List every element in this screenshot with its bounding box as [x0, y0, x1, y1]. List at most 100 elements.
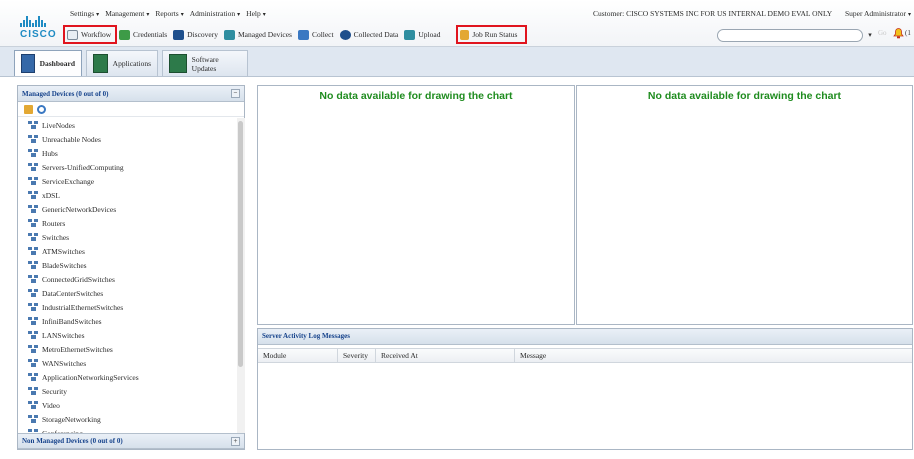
column-severity[interactable]: Severity [338, 349, 376, 362]
refresh-icon[interactable] [37, 104, 46, 114]
tab-dashboard[interactable]: Dashboard [14, 50, 82, 76]
tab-applications[interactable]: Applications [86, 50, 158, 76]
menu-administration[interactable]: Administration ▾ [190, 9, 240, 18]
tree-item[interactable]: StorageNetworking [18, 412, 237, 426]
quick-access-toolbar: Workflow Credentials Discovery Managed D… [63, 25, 528, 44]
tab-software-updates[interactable]: Software Updates [162, 50, 248, 76]
tree-item-label: ServiceExchange [42, 176, 95, 186]
tree-item[interactable]: MetroEthernetSwitches [18, 342, 237, 356]
tree-item[interactable]: Security [18, 384, 237, 398]
device-group-icon [28, 317, 39, 325]
tree-item[interactable]: DataCenterSwitches [18, 286, 237, 300]
alert-icon[interactable] [893, 27, 904, 39]
tree-item-label: Security [42, 386, 67, 396]
tree-item[interactable]: ATMSwitches [18, 244, 237, 258]
tree-item-label: IndustrialEthernetSwitches [42, 302, 124, 312]
tree-item-label: MetroEthernetSwitches [42, 344, 113, 354]
cisco-logo-text: CISCO [20, 29, 57, 40]
app-header: CISCO Settings ▾ Management ▾ Reports ▾ Adm… [0, 0, 914, 47]
upload-button[interactable]: Upload [401, 26, 447, 43]
credentials-label: Credentials [133, 30, 168, 39]
chart-panel-right: No data available for drawing the chart [576, 85, 913, 325]
managed-devices-title: Managed Devices (0 out of 0) [22, 89, 109, 98]
main-menu-bar: Settings ▾ Management ▾ Reports ▾ Administr… [70, 9, 266, 18]
tree-item[interactable]: Video [18, 398, 237, 412]
device-group-icon [28, 191, 39, 199]
go-button[interactable]: Go [878, 29, 887, 37]
column-message[interactable]: Message [515, 349, 912, 362]
menu-management[interactable]: Management ▾ [105, 9, 149, 18]
tree-item[interactable]: ServiceExchange [18, 174, 237, 188]
global-search-input[interactable] [717, 29, 863, 42]
menu-management-label: Management [105, 9, 145, 18]
non-managed-devices-header: Non Managed Devices (0 out of 0) + [18, 433, 244, 449]
menu-settings[interactable]: Settings ▾ [70, 9, 99, 18]
applications-icon [93, 54, 108, 73]
tree-item[interactable]: Routers [18, 216, 237, 230]
tree-item[interactable]: Servers-UnifiedComputing [18, 160, 237, 174]
tree-item[interactable]: Conferencing [18, 426, 237, 433]
column-received-at[interactable]: Received At [376, 349, 515, 362]
filter-icon[interactable] [24, 104, 33, 114]
menu-reports-label: Reports [155, 9, 179, 18]
tab-applications-label: Applications [112, 59, 151, 68]
tree-item[interactable]: Hubs [18, 146, 237, 160]
collect-button[interactable]: Collect [295, 26, 337, 43]
managed-devices-icon [224, 29, 235, 40]
workflow-label: Workflow [81, 30, 112, 39]
tree-item[interactable]: xDSL [18, 188, 237, 202]
credentials-button[interactable]: Credentials [116, 26, 170, 43]
managed-devices-button[interactable]: Managed Devices [221, 26, 295, 43]
tree-item[interactable]: BladeSwitches [18, 258, 237, 272]
workflow-button[interactable]: Workflow [63, 25, 117, 44]
tree-item-label: xDSL [42, 190, 60, 200]
tree-item[interactable]: GenericNetworkDevices [18, 202, 237, 216]
device-group-icon [28, 149, 39, 157]
cisco-logo-bars [20, 15, 58, 27]
log-table-header: Module Severity Received At Message [258, 348, 912, 363]
tree-item[interactable]: Switches [18, 230, 237, 244]
device-group-icon [28, 345, 39, 353]
chevron-down-icon: ▾ [237, 12, 241, 18]
tree-item[interactable]: ApplicationNetworkingServices [18, 370, 237, 384]
upload-label: Upload [418, 30, 441, 39]
dashboard-tab-strip: Dashboard Applications Software Updates [0, 47, 914, 77]
device-group-icon [28, 261, 39, 269]
menu-help[interactable]: Help ▾ [246, 9, 266, 18]
credentials-icon [119, 29, 130, 40]
no-data-message: No data available for drawing the chart [319, 90, 513, 102]
tree-item[interactable]: LiveNodes [18, 118, 237, 132]
tree-item-label: WANSwitches [42, 358, 87, 368]
expand-button[interactable]: + [231, 436, 240, 446]
user-menu[interactable]: Super Administrator ▾ [845, 9, 911, 18]
column-module[interactable]: Module [258, 349, 338, 362]
menu-reports[interactable]: Reports ▾ [155, 9, 183, 18]
tree-item[interactable]: WANSwitches [18, 356, 237, 370]
tree-item[interactable]: Unreachable Nodes [18, 132, 237, 146]
collected-data-button[interactable]: Collected Data [337, 26, 402, 43]
job-run-status-button[interactable]: Job Run Status [456, 25, 528, 44]
search-dropdown-icon[interactable]: ▾ [865, 29, 875, 41]
discovery-button[interactable]: Discovery [170, 26, 221, 43]
tree-item[interactable]: IndustrialEthernetSwitches [18, 300, 237, 314]
device-group-icon [28, 303, 39, 311]
collapse-button[interactable]: − [231, 89, 240, 98]
tree-scrollbar[interactable] [237, 118, 245, 433]
log-panel-title: Server Activity Log Messages [258, 329, 912, 345]
device-group-icon [28, 387, 39, 395]
tree-item[interactable]: InfiniBandSwitches [18, 314, 237, 328]
tree-scrollbar-thumb[interactable] [238, 121, 243, 367]
user-name: Super Administrator [845, 9, 907, 18]
tree-item[interactable]: LANSwitches [18, 328, 237, 342]
tree-item[interactable]: ConnectedGridSwitches [18, 272, 237, 286]
tree-item-label: Hubs [42, 148, 58, 158]
device-group-icon [28, 233, 39, 241]
chevron-down-icon: ▾ [146, 12, 150, 18]
device-group-icon [28, 177, 39, 185]
tree-item-label: LANSwitches [42, 330, 85, 340]
collected-data-label: Collected Data [353, 30, 399, 39]
collect-label: Collect [311, 30, 334, 39]
job-run-status-label: Job Run Status [472, 30, 518, 39]
tree-item-label: ConnectedGridSwitches [42, 274, 115, 284]
tree-item-label: GenericNetworkDevices [42, 204, 117, 214]
